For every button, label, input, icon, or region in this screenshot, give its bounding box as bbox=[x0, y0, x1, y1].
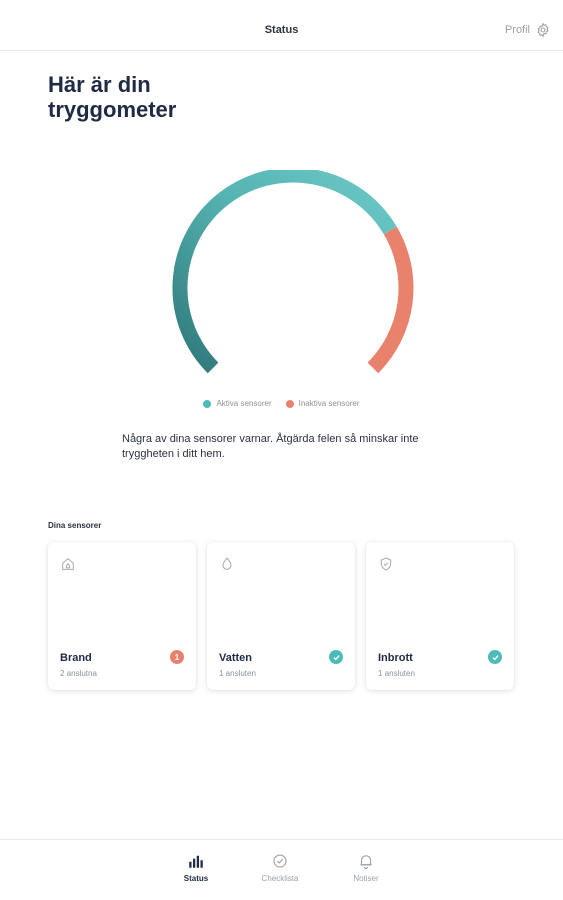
bell-icon bbox=[360, 855, 372, 869]
check-circle-icon bbox=[273, 854, 287, 868]
check-icon bbox=[491, 654, 499, 660]
sensor-card-brand[interactable]: Brand 2 anslutna 1 bbox=[48, 542, 196, 690]
sensor-name: Brand bbox=[60, 652, 92, 664]
house-icon bbox=[62, 558, 74, 570]
sensor-status: 2 anslutna bbox=[60, 669, 97, 678]
legend-active-dot bbox=[203, 399, 212, 408]
tab-notiser[interactable]: Notiser bbox=[336, 852, 396, 883]
sensor-name: Inbrott bbox=[378, 652, 413, 664]
bottom-nav: Status Checklista Notiser bbox=[0, 839, 563, 900]
warning-text: Några av dina sensorer varnar. Åtgärda f… bbox=[122, 433, 419, 460]
legend-inactive-dot bbox=[285, 399, 294, 408]
shield-icon bbox=[380, 557, 392, 571]
page-title: Status bbox=[264, 24, 299, 36]
warning-count-badge: 1 bbox=[170, 650, 184, 664]
tab-checklista[interactable]: Checklista bbox=[250, 852, 310, 883]
legend-inactive: Inaktiva sensorer bbox=[285, 399, 360, 408]
gear-icon bbox=[537, 22, 549, 38]
gauge-legend: Aktiva sensorer Inaktiva sensorer bbox=[0, 399, 563, 408]
tryggometer-gauge bbox=[172, 170, 414, 374]
water-drop-icon bbox=[222, 557, 232, 570]
sensor-card-vatten[interactable]: Vatten 1 ansluten bbox=[207, 542, 355, 690]
sensor-cards: Brand 2 anslutna 1 Vatten 1 ansluten Inb… bbox=[48, 542, 514, 690]
profile-label: Profil bbox=[504, 24, 530, 36]
tab-label: Status bbox=[183, 874, 209, 883]
tab-label: Checklista bbox=[261, 874, 299, 883]
sensor-status: 1 ansluten bbox=[219, 669, 256, 678]
sensor-name: Vatten bbox=[219, 652, 253, 664]
tab-status[interactable]: Status bbox=[166, 852, 226, 883]
legend-active-label: Aktiva sensorer bbox=[216, 399, 272, 408]
legend-active: Aktiva sensorer bbox=[203, 399, 272, 408]
tab-label: Notiser bbox=[353, 874, 379, 883]
top-bar: Status Profil bbox=[0, 0, 563, 51]
sensor-card-inbrott[interactable]: Inbrott 1 ansluten bbox=[366, 542, 514, 690]
sensors-section-label: Dina sensorer bbox=[48, 521, 102, 530]
ok-check-badge bbox=[329, 650, 343, 664]
main-heading: Här är din tryggometer bbox=[48, 72, 177, 122]
legend-inactive-label: Inaktiva sensorer bbox=[298, 399, 360, 408]
bar-chart-icon bbox=[189, 855, 203, 868]
check-icon bbox=[332, 654, 340, 660]
profile-button[interactable]: Profil bbox=[505, 22, 551, 38]
gauge-inactive-arc bbox=[367, 226, 414, 374]
gauge-active-arc bbox=[172, 170, 397, 374]
ok-check-badge bbox=[488, 650, 502, 664]
sensor-status: 1 ansluten bbox=[378, 669, 415, 678]
